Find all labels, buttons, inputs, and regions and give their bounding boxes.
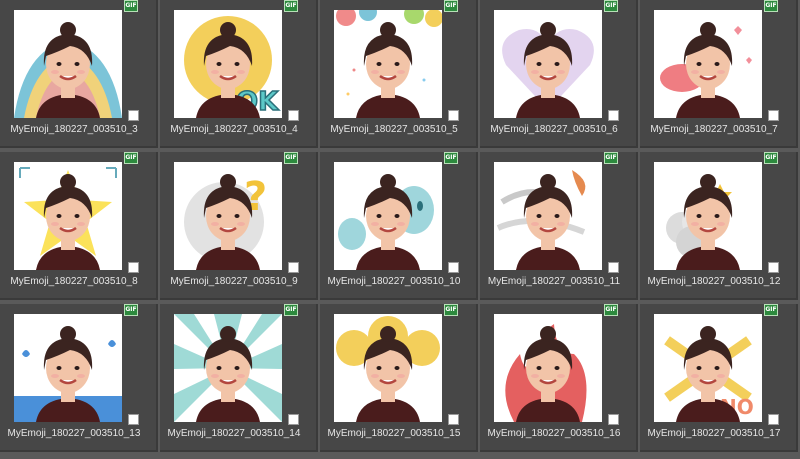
- avatar-sticker-image: [174, 314, 282, 422]
- thumbnail-ok[interactable]: OK: [174, 10, 282, 118]
- file-name: MyEmoji_180227_003510_4: [170, 124, 298, 135]
- avatar-sticker-image: [660, 22, 752, 118]
- file-item[interactable]: GIF MyEmoji_180227_003510_11: [480, 152, 638, 300]
- select-checkbox[interactable]: [768, 262, 779, 273]
- avatar-sticker-image: [502, 22, 594, 118]
- file-item[interactable]: GIF MyEmoji_180227_003510_15: [320, 304, 478, 452]
- avatar-sticker-image: [14, 22, 122, 118]
- select-checkbox[interactable]: [608, 262, 619, 273]
- select-checkbox[interactable]: [448, 414, 459, 425]
- select-checkbox[interactable]: [128, 262, 139, 273]
- avatar-sticker-image: [336, 10, 442, 118]
- gif-badge: GIF: [604, 0, 618, 12]
- thumbnail-question[interactable]: ?: [174, 162, 282, 270]
- file-item[interactable]: GIF MyEmoji_180227_003510_6: [480, 0, 638, 148]
- file-item[interactable]: GIF MyEmoji_180227_003510_12: [640, 152, 798, 300]
- thumbnail-wind[interactable]: [494, 162, 602, 270]
- file-item[interactable]: ? GIF MyEmoji_180227_003510_9: [160, 152, 318, 300]
- avatar-sticker-image: [505, 324, 587, 422]
- file-item[interactable]: GIF MyEmoji_180227_003510_13: [0, 304, 158, 452]
- thumbnail-rays[interactable]: [174, 314, 282, 422]
- file-name: MyEmoji_180227_003510_11: [487, 276, 621, 287]
- gif-badge: GIF: [284, 152, 298, 164]
- thumbnail-balloons[interactable]: [334, 10, 442, 118]
- file-grid: GIF MyEmoji_180227_003510_3 OK GIF MyEmo…: [0, 0, 800, 459]
- file-name: MyEmoji_180227_003510_13: [7, 428, 141, 439]
- gif-badge: GIF: [764, 152, 778, 164]
- thumbnail-star[interactable]: [14, 162, 122, 270]
- select-checkbox[interactable]: [448, 262, 459, 273]
- file-item[interactable]: GIF MyEmoji_180227_003510_8: [0, 152, 158, 300]
- gif-badge: GIF: [284, 0, 298, 12]
- avatar-sticker-image: NO: [664, 326, 754, 422]
- avatar-sticker-image: [19, 167, 117, 270]
- thumbnail-kiss[interactable]: [654, 10, 762, 118]
- select-checkbox[interactable]: [288, 414, 299, 425]
- gif-badge: GIF: [764, 0, 778, 12]
- gif-badge: GIF: [444, 304, 458, 316]
- select-checkbox[interactable]: [288, 262, 299, 273]
- avatar-sticker-image: OK: [184, 16, 280, 118]
- avatar-sticker-image: [496, 170, 586, 270]
- avatar-sticker-image: [338, 174, 434, 270]
- thumbnail-no[interactable]: NO: [654, 314, 762, 422]
- file-item[interactable]: GIF MyEmoji_180227_003510_16: [480, 304, 638, 452]
- gif-badge: GIF: [604, 304, 618, 316]
- file-name: MyEmoji_180227_003510_6: [490, 124, 618, 135]
- gif-badge: GIF: [444, 0, 458, 12]
- avatar-sticker-image: ?: [184, 174, 267, 270]
- file-name: MyEmoji_180227_003510_14: [167, 428, 301, 439]
- gif-badge: GIF: [284, 304, 298, 316]
- thumbnail-rainbow[interactable]: [14, 10, 122, 118]
- gif-badge: GIF: [444, 152, 458, 164]
- file-name: MyEmoji_180227_003510_12: [647, 276, 781, 287]
- select-checkbox[interactable]: [608, 110, 619, 121]
- gif-badge: GIF: [604, 152, 618, 164]
- file-item[interactable]: OK GIF MyEmoji_180227_003510_4: [160, 0, 318, 148]
- thumbnail-cloud[interactable]: [654, 162, 762, 270]
- file-item[interactable]: GIF MyEmoji_180227_003510_5: [320, 0, 478, 148]
- file-item[interactable]: GIF MyEmoji_180227_003510_7: [640, 0, 798, 148]
- file-name: MyEmoji_180227_003510_3: [10, 124, 138, 135]
- file-name: MyEmoji_180227_003510_7: [650, 124, 778, 135]
- gif-badge: GIF: [764, 304, 778, 316]
- file-name: MyEmoji_180227_003510_10: [327, 276, 461, 287]
- avatar-sticker-image: [14, 326, 122, 422]
- thumbnail-crying[interactable]: [14, 314, 122, 422]
- file-item[interactable]: GIF MyEmoji_180227_003510_10: [320, 152, 478, 300]
- select-checkbox[interactable]: [288, 110, 299, 121]
- thumbnail-fire[interactable]: [494, 314, 602, 422]
- avatar-sticker-image: [336, 316, 440, 422]
- file-name: MyEmoji_180227_003510_15: [327, 428, 461, 439]
- gif-badge: GIF: [124, 152, 138, 164]
- file-name: MyEmoji_180227_003510_16: [487, 428, 621, 439]
- thumbnail-ghosts[interactable]: [334, 162, 442, 270]
- select-checkbox[interactable]: [128, 110, 139, 121]
- select-checkbox[interactable]: [128, 414, 139, 425]
- file-name: MyEmoji_180227_003510_8: [10, 276, 138, 287]
- avatar-sticker-image: [666, 174, 740, 270]
- file-name: MyEmoji_180227_003510_5: [330, 124, 458, 135]
- file-item[interactable]: NO GIF MyEmoji_180227_003510_17: [640, 304, 798, 452]
- thumbnail-heart[interactable]: [494, 10, 602, 118]
- select-checkbox[interactable]: [448, 110, 459, 121]
- select-checkbox[interactable]: [608, 414, 619, 425]
- gif-badge: GIF: [124, 304, 138, 316]
- gif-badge: GIF: [124, 0, 138, 12]
- select-checkbox[interactable]: [768, 414, 779, 425]
- file-name: MyEmoji_180227_003510_17: [647, 428, 781, 439]
- file-item[interactable]: GIF MyEmoji_180227_003510_14: [160, 304, 318, 452]
- file-item[interactable]: GIF MyEmoji_180227_003510_3: [0, 0, 158, 148]
- select-checkbox[interactable]: [768, 110, 779, 121]
- thumbnail-cheeks[interactable]: [334, 314, 442, 422]
- file-name: MyEmoji_180227_003510_9: [170, 276, 298, 287]
